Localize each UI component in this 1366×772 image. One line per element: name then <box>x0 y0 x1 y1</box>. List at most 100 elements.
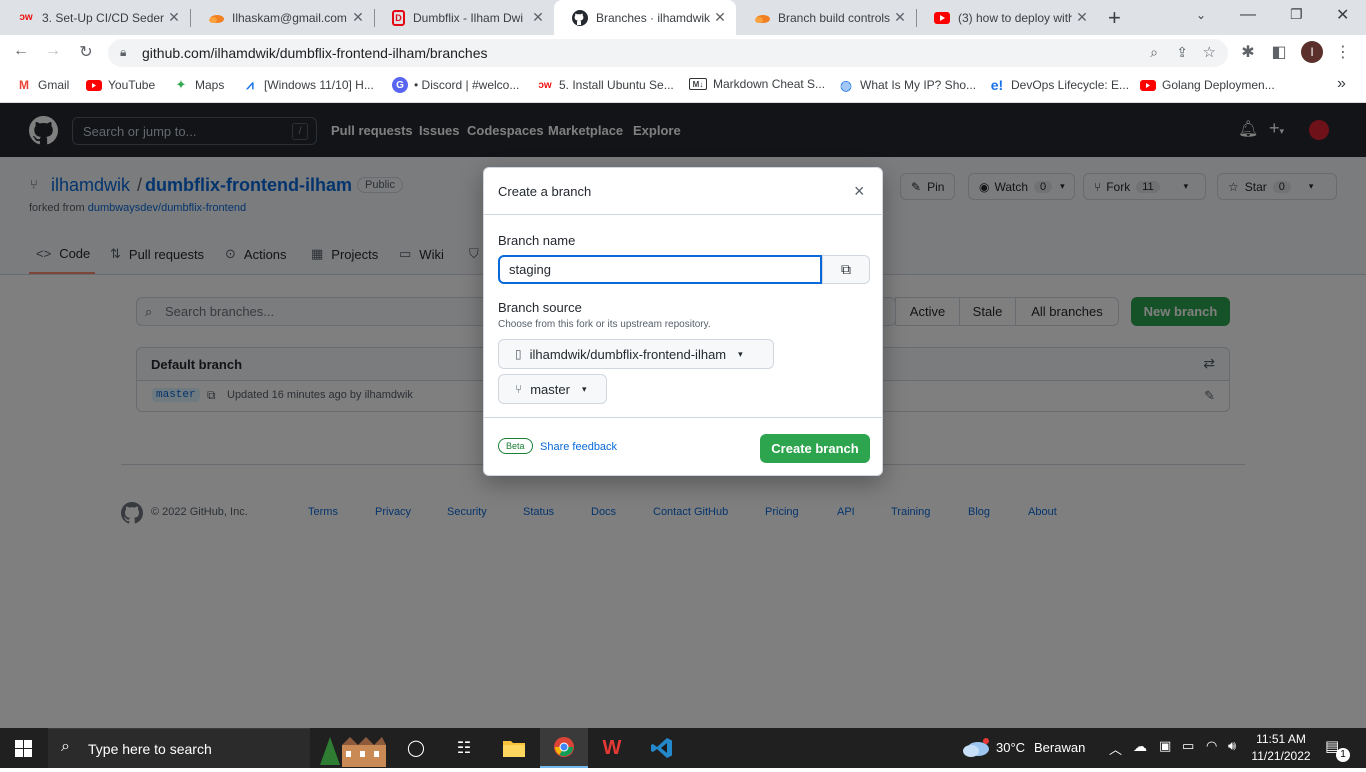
bookmark-item[interactable]: ◍ What Is My IP? Sho... <box>838 77 976 93</box>
tab-title: Ilhaskam@gmail.com <box>232 10 347 25</box>
close-tab-icon[interactable]: ✕ <box>710 9 730 26</box>
branch-name-value: staging <box>509 262 551 277</box>
zoom-icon[interactable]: ⌕ <box>1150 44 1158 61</box>
address-bar[interactable]: 🔒︎ github.com/ilhamdwik/dumbflix-fronten… <box>108 39 1228 67</box>
tab-title: 3. Set-Up CI/CD Seder <box>42 10 164 25</box>
onedrive-cloud-icon[interactable]: ☁ <box>1133 738 1147 755</box>
bookmark-item[interactable]: ⩘ [Windows 11/10] H... <box>242 77 374 93</box>
branch-source-select[interactable]: ⑂ master ▾ <box>498 374 607 404</box>
chrome-taskbar-icon[interactable] <box>540 728 588 768</box>
bookmark-label: What Is My IP? Sho... <box>860 78 977 92</box>
create-branch-dialog: Create a branch × Branch name staging ⧉ … <box>483 167 883 476</box>
discord-icon: G <box>392 77 408 93</box>
dumbways-icon: ɔw <box>19 12 33 23</box>
repo-source-select[interactable]: ▯ ilhamdwik/dumbflix-frontend-ilham ▾ <box>498 339 774 369</box>
close-tab-icon[interactable]: ✕ <box>890 9 910 26</box>
globe-icon: ◍ <box>839 76 853 93</box>
vscode-icon[interactable] <box>638 728 686 768</box>
notification-count-badge: 1 <box>1336 748 1350 762</box>
browser-tab[interactable]: ɔw 3. Set-Up CI/CD Seder ✕ <box>0 0 190 35</box>
taskbar-search-placeholder: Type here to search <box>88 741 212 757</box>
window-close-icon[interactable]: ✕ <box>1336 5 1349 25</box>
show-hidden-icons-chevron-icon[interactable]: ︿ <box>1109 739 1122 758</box>
side-panel-icon[interactable]: ◧ <box>1268 42 1290 62</box>
copy-branch-name-button[interactable]: ⧉ <box>822 255 870 284</box>
close-tab-icon[interactable]: ✕ <box>348 9 368 26</box>
extensions-icon[interactable]: ✱ <box>1237 42 1259 62</box>
windows-start-icon[interactable] <box>15 740 32 760</box>
bookmarks-overflow-button[interactable]: » <box>1337 75 1346 93</box>
forward-arrow-icon[interactable]: → <box>42 42 64 60</box>
taskbar-search-box[interactable]: ⌕ Type here to search <box>48 728 386 768</box>
minimize-icon[interactable]: — <box>1240 6 1256 24</box>
clock-date[interactable]: 11/21/2022 <box>1251 749 1311 763</box>
profile-avatar[interactable]: I <box>1301 41 1323 63</box>
repo-select-value: ilhamdwik/dumbflix-frontend-ilham <box>529 346 727 362</box>
weather-description[interactable]: Berawan <box>1034 740 1085 755</box>
close-tab-icon[interactable]: ✕ <box>164 9 184 26</box>
cloudflare-icon <box>208 10 224 26</box>
dialog-footer-divider <box>484 417 882 418</box>
volume-icon[interactable]: 🔊︎ <box>1228 738 1236 754</box>
browser-tab-strip: ɔw 3. Set-Up CI/CD Seder ✕ Ilhaskam@gmai… <box>0 0 1366 35</box>
browser-toolbar: ← → ↻ 🔒︎ github.com/ilhamdwik/dumbflix-f… <box>0 35 1366 70</box>
restore-icon[interactable]: ❐ <box>1290 6 1303 23</box>
bookmark-label: Golang Deploymen... <box>1162 78 1275 92</box>
search-icon: ⌕ <box>61 738 70 755</box>
tab-title: Dumbflix - Ilham Dwi <box>413 10 524 25</box>
gmail-icon: M <box>19 78 29 92</box>
weather-cloud-icon[interactable] <box>962 738 990 761</box>
youtube-icon <box>934 10 950 26</box>
reload-icon[interactable]: ↻ <box>75 42 97 62</box>
bookmark-item[interactable]: M↓ Markdown Cheat S... <box>689 77 825 91</box>
chevron-down-icon: ▾ <box>581 383 587 394</box>
bookmark-item[interactable]: e! DevOps Lifecycle: E... <box>989 77 1129 93</box>
browser-tab[interactable]: (3) how to deploy with ✕ <box>916 0 1098 35</box>
bookmark-item[interactable]: YouTube <box>86 77 155 93</box>
bookmark-label: [Windows 11/10] H... <box>264 78 374 92</box>
battery-icon[interactable]: ▭ <box>1182 738 1194 754</box>
repo-icon: ▯ <box>515 347 522 361</box>
link-icon: ⩘ <box>246 77 254 92</box>
bookmark-item[interactable]: ɔw 5. Install Ubuntu Se... <box>537 77 673 93</box>
meet-now-icon[interactable]: ▣ <box>1159 738 1171 754</box>
bookmark-item[interactable]: G • Discord | #welco... <box>392 77 519 93</box>
bookmark-item[interactable]: M Gmail <box>16 77 69 93</box>
bookmark-item[interactable]: ✦ Maps <box>173 77 225 93</box>
share-feedback-link[interactable]: Share feedback <box>540 441 617 453</box>
back-arrow-icon[interactable]: ← <box>10 42 32 60</box>
browser-tab-active[interactable]: Branches · ilhamdwik/ ✕ <box>554 0 736 35</box>
tab-title: Branch build controls <box>778 10 890 25</box>
maps-icon: ✦ <box>175 77 187 92</box>
url-text: github.com/ilhamdwik/dumbflix-frontend-i… <box>142 45 488 61</box>
task-view-icon[interactable]: ◯ <box>392 728 440 768</box>
wifi-icon[interactable]: ◠ <box>1206 738 1217 754</box>
close-tab-icon[interactable]: ✕ <box>528 9 548 26</box>
kebab-menu-icon[interactable]: ⋮ <box>1332 42 1354 62</box>
weather-temperature[interactable]: 30°C <box>996 740 1025 755</box>
tab-title: Branches · ilhamdwik/ <box>596 10 710 25</box>
share-icon[interactable]: ⇪ <box>1176 44 1188 61</box>
bookmark-label: YouTube <box>108 78 156 92</box>
copy-icon: ⧉ <box>841 261 851 277</box>
bookmark-label: • Discord | #welco... <box>414 78 520 92</box>
wps-office-icon[interactable]: W <box>588 728 636 768</box>
create-branch-button[interactable]: Create branch <box>760 434 870 463</box>
bookmark-star-icon[interactable]: ☆ <box>1203 43 1216 61</box>
github-icon <box>572 9 588 26</box>
file-explorer-icon[interactable] <box>490 728 538 768</box>
widgets-icon[interactable]: ☷ <box>440 728 488 768</box>
clock-time[interactable]: 11:51 AM <box>1254 732 1308 746</box>
close-tab-icon[interactable]: ✕ <box>1072 9 1092 26</box>
bookmark-item[interactable]: Golang Deploymen... <box>1140 77 1275 93</box>
tab-title: (3) how to deploy with <box>958 10 1072 25</box>
branch-name-input[interactable]: staging <box>498 255 822 284</box>
browser-tab[interactable]: D Dumbflix - Ilham Dwi ✕ <box>374 0 554 35</box>
browser-tab[interactable]: Ilhaskam@gmail.com ✕ <box>190 0 374 35</box>
browser-tab[interactable]: Branch build controls ✕ <box>736 0 916 35</box>
tab-search-chevron-icon[interactable]: ⌄ <box>1196 8 1206 22</box>
branch-source-label: Branch source <box>498 300 582 315</box>
dialog-close-button[interactable]: × <box>854 181 865 202</box>
dumbways-icon: ɔw <box>538 79 552 91</box>
new-tab-button[interactable]: + <box>1108 5 1121 31</box>
